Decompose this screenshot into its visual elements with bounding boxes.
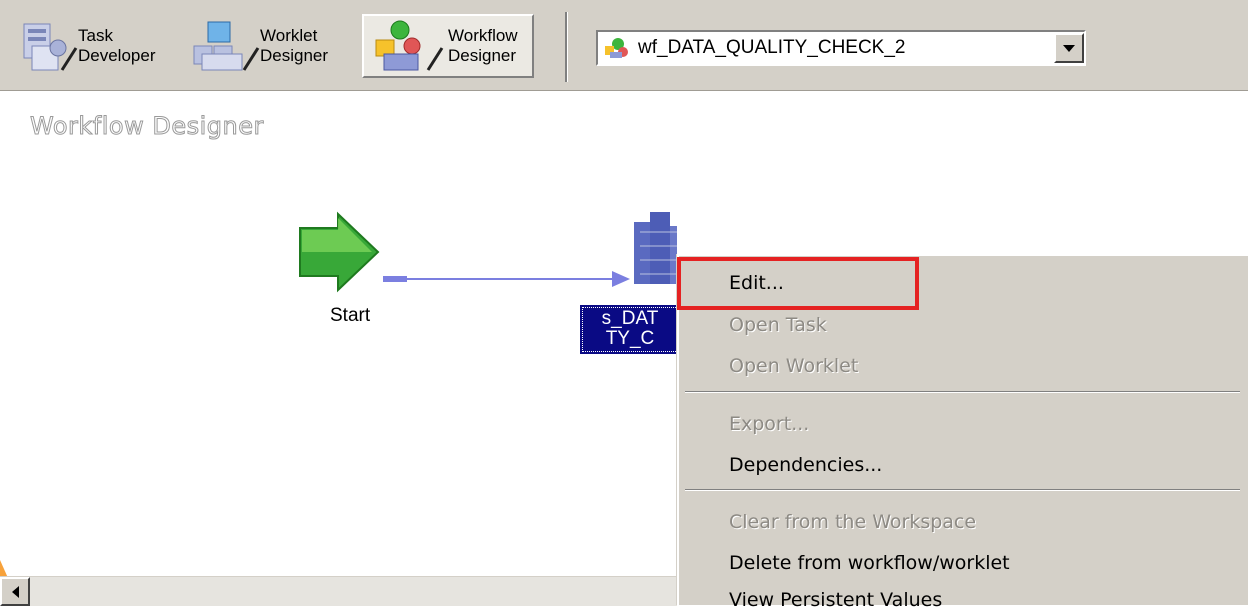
workflow-select-dropdown-button[interactable] xyxy=(1054,33,1084,63)
chevron-down-icon xyxy=(1063,44,1075,52)
session-task-icon[interactable] xyxy=(634,212,677,284)
workflow-select-value: wf_DATA_QUALITY_CHECK_2 xyxy=(638,37,906,58)
menu-item-delete-from-workflow[interactable]: Delete from workflow/worklet xyxy=(729,552,1010,574)
start-arrow-icon[interactable] xyxy=(299,211,380,293)
menu-separator xyxy=(685,489,1240,491)
menu-item-export: Export... xyxy=(729,413,810,435)
menu-item-view-persistent-values[interactable]: View Persistent Values xyxy=(729,589,942,611)
menu-item-dependencies[interactable]: Dependencies... xyxy=(729,454,882,476)
scroll-left-button[interactable] xyxy=(0,577,30,606)
menu-item-clear-from-workspace: Clear from the Workspace xyxy=(729,511,977,533)
arrow-left-icon xyxy=(11,585,19,598)
menu-item-open-task: Open Task xyxy=(729,314,827,336)
link-connector[interactable] xyxy=(383,271,630,287)
horizontal-scrollbar[interactable] xyxy=(0,576,677,606)
highlight-box xyxy=(677,257,919,310)
workflow-diagram xyxy=(299,211,677,293)
menu-item-open-worklet: Open Worklet xyxy=(729,355,859,377)
session-task-label[interactable]: s_DAT TY_C xyxy=(580,305,680,354)
menu-separator xyxy=(685,391,1240,393)
start-task-label: Start xyxy=(330,305,371,326)
